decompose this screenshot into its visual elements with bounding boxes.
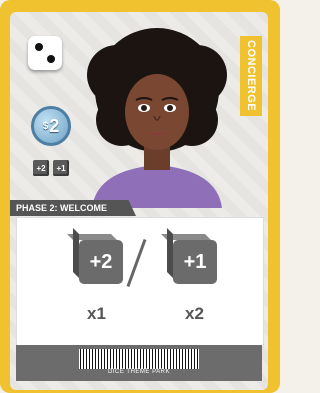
die-face: +2 <box>79 240 123 284</box>
cost-value: 2 <box>49 115 60 136</box>
die-icon <box>28 36 62 70</box>
phase-banner: PHASE 2: WELCOME <box>10 200 136 216</box>
barcode-strip: DICE THEME PARK <box>16 345 262 381</box>
character-card[interactable]: $ 2 +2 +1 CONCIERGE PHASE 2: WELCOME +2 … <box>0 0 280 393</box>
multiplier-2: x2 <box>185 304 204 323</box>
multiplier-1: x1 <box>87 304 106 323</box>
die-option-2: +1 <box>161 228 217 284</box>
currency-symbol: $ <box>42 120 49 132</box>
mini-die-icon: +1 <box>53 160 69 176</box>
character-portrait <box>87 28 227 208</box>
die-option-1: +2 <box>67 228 123 284</box>
mini-bonus-icons: +2 +1 <box>33 160 69 176</box>
cost-coin: $ 2 <box>31 106 71 146</box>
option-separator <box>126 238 147 288</box>
mini-die-icon: +2 <box>33 160 49 176</box>
barcode-text: DICE THEME PARK <box>108 369 170 375</box>
role-title: CONCIERGE <box>240 36 262 116</box>
die-face: +1 <box>173 240 217 284</box>
barcode <box>79 349 199 369</box>
ability-panel: +2 +1 x1 x2 <box>16 217 264 347</box>
